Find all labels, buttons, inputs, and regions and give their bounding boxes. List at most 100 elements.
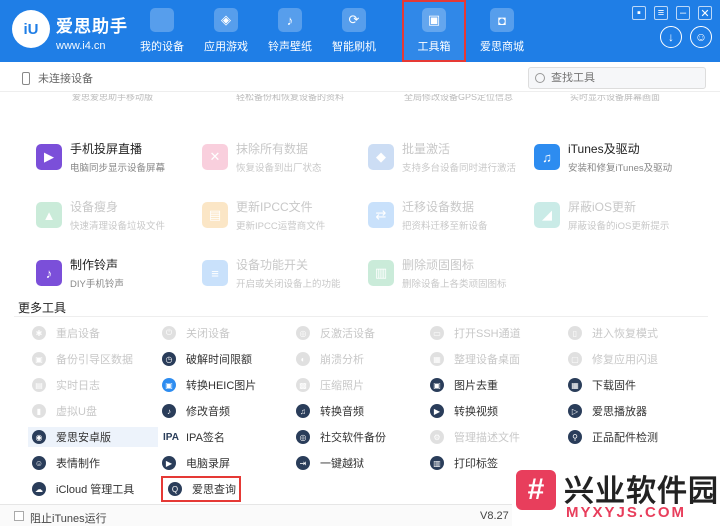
apple-icon <box>150 8 174 32</box>
more-tool-item[interactable]: ☺ 表情制作 <box>32 453 164 473</box>
watermark: # 兴业软件园 MYXYJS.COM <box>512 466 720 526</box>
search-input[interactable] <box>551 72 691 84</box>
more-tool-item[interactable]: ▦ 下载固件 <box>568 375 700 395</box>
more-tool-label: 压缩照片 <box>320 380 364 392</box>
more-tool-item[interactable]: ⚲ 正品配件检测 <box>568 427 700 447</box>
app-header: iU 爱思助手 www.i4.cn 我的设备 ◈ 应用游戏 ♪ 铃声壁纸 ⟳ 智能刷机 ▣ 工具… <box>0 0 720 62</box>
more-tool-item[interactable]: ⇥ 一键越狱 <box>296 453 428 473</box>
phone-icon <box>22 71 30 85</box>
more-tool-label: 转换音频 <box>320 406 364 418</box>
more-tool-item[interactable]: ◎ 社交软件备份 <box>296 427 428 447</box>
tool-text: iTunes及驱动 安装和修复iTunes及驱动 <box>568 140 672 174</box>
tool-card[interactable]: ▶ 手机投屏直播 电脑同步显示设备屏幕 <box>36 134 196 180</box>
nav-tab-apple[interactable]: 我的设备 <box>130 0 194 62</box>
more-tool-label: 修复应用闪退 <box>592 354 658 366</box>
watermark-logo: # <box>516 470 556 510</box>
more-tool-label: 电脑录屏 <box>186 458 230 470</box>
tool-desc: 更新IPCC运营商文件 <box>236 221 326 232</box>
more-tool-item: ▤ 实时日志 <box>32 375 164 395</box>
deactivate-icon: ◎ <box>296 326 310 340</box>
nav-tab-shopping-bag[interactable]: ◘ 爱思商城 <box>470 0 534 62</box>
more-tool-label: 备份引导区数据 <box>56 354 133 366</box>
more-tool-label: 转换HEIC图片 <box>186 380 257 392</box>
switch-icon: ≡ <box>202 260 228 286</box>
skin-icon[interactable]: ▪ <box>632 6 646 20</box>
heic-icon: ▣ <box>162 378 176 392</box>
more-tool-item: ✱ 重启设备 <box>32 323 164 343</box>
more-tool-item[interactable]: ▶ 转换视频 <box>430 401 562 421</box>
tool-desc: 安装和修复iTunes及驱动 <box>568 163 673 174</box>
brand: 爱思助手 www.i4.cn <box>56 12 128 52</box>
tool-text: 设备功能开关 开启或关闭设备上的功能 <box>236 256 341 290</box>
nav-tab-music-file[interactable]: ♪ 铃声壁纸 <box>258 0 322 62</box>
tool-desc: 把资料迁移至新设备 <box>402 221 488 232</box>
tool-card[interactable]: ♪ 制作铃声 DIY手机铃声 <box>36 250 196 296</box>
more-tool-label: 一键越狱 <box>320 458 364 470</box>
more-tool-item[interactable]: ▥ 打印标签 <box>430 453 562 473</box>
more-tool-label: 转换视频 <box>454 406 498 418</box>
more-tool-item[interactable]: ◷ 破解时间限额 <box>162 349 294 369</box>
restart-icon: ✱ <box>32 326 46 340</box>
compress-icon: ▩ <box>296 378 310 392</box>
user-icon[interactable]: ☺ <box>690 26 712 48</box>
more-tool-item[interactable]: ☁ iCloud 管理工具 <box>32 479 164 499</box>
more-tool-label: 重启设备 <box>56 328 100 340</box>
block-itunes-label: 阻止iTunes运行 <box>30 513 107 525</box>
nav-tab-cube[interactable]: ◈ 应用游戏 <box>194 0 258 62</box>
more-tool-label: iCloud 管理工具 <box>56 484 135 496</box>
scrolled-tool-text: 爱思爱思助手移动版 <box>72 94 154 102</box>
minimize-icon[interactable]: – <box>676 6 690 20</box>
nav-tab-refresh[interactable]: ⟳ 智能刷机 <box>322 0 386 62</box>
more-tool-item[interactable]: ♫ 转换音频 <box>296 401 428 421</box>
more-tool-item: ⏻ 关闭设备 <box>162 323 294 343</box>
tool-desc: DIY手机铃声 <box>70 279 124 290</box>
cube-icon: ◈ <box>214 8 238 32</box>
search-box[interactable] <box>528 67 706 89</box>
trash-icon: ▥ <box>368 260 394 286</box>
more-tool-item[interactable]: IPA IPA签名 <box>162 427 294 447</box>
more-tool-label: 表情制作 <box>56 458 100 470</box>
more-tool-item[interactable]: ▶ 电脑录屏 <box>162 453 294 473</box>
scrolled-tool-text: 实时显示设备屏幕画面 <box>570 94 661 102</box>
tool-card[interactable]: ♫ iTunes及驱动 安装和修复iTunes及驱动 <box>534 134 694 180</box>
tool-text: 抹除所有数据 恢复设备到出厂状态 <box>236 140 322 174</box>
more-tool-item[interactable]: Q 爱思查询 <box>161 476 241 502</box>
menu-icon[interactable]: ≡ <box>654 6 668 20</box>
more-tool-item[interactable]: ▣ 图片去重 <box>430 375 562 395</box>
close-icon[interactable]: ✕ <box>698 6 712 20</box>
desktop-icon: ▦ <box>430 352 444 366</box>
social-backup-icon: ◎ <box>296 430 310 444</box>
accessory-check-icon: ⚲ <box>568 430 582 444</box>
tool-desc: 恢复设备到出厂状态 <box>236 163 322 174</box>
more-tool-item[interactable]: ♪ 修改音频 <box>162 401 294 421</box>
download-icon[interactable]: ↓ <box>660 26 682 48</box>
more-tool-item[interactable]: ▷ 爱思播放器 <box>568 401 700 421</box>
nav-tab-label: 应用游戏 <box>204 41 248 53</box>
tool-text: 迁移设备数据 把资料迁移至新设备 <box>402 198 488 232</box>
tool-title: 设备功能开关 <box>236 258 309 272</box>
block-update-icon: ◢ <box>534 202 560 228</box>
more-tool-item: ▮ 虚拟U盘 <box>32 401 164 421</box>
more-tool-label: 反激活设备 <box>320 328 375 340</box>
tool-text: 制作铃声 DIY手机铃声 <box>70 256 124 290</box>
nav-tab-toolbox[interactable]: ▣ 工具箱 <box>402 0 466 62</box>
more-tool-item[interactable]: ◉ 爱思安卓版 <box>28 427 158 447</box>
broom-icon: ▲ <box>36 202 62 228</box>
music-file-icon: ♪ <box>278 8 302 32</box>
more-tool-item[interactable]: ▣ 转换HEIC图片 <box>162 375 294 395</box>
jailbreak-icon: ⇥ <box>296 456 310 470</box>
scrolled-tool-text: 轻松备份和恢复设备的资料 <box>236 94 345 102</box>
shopping-bag-icon: ◘ <box>490 8 514 32</box>
more-tool-item: ◎ 反激活设备 <box>296 323 428 343</box>
more-tools-title: 更多工具 <box>18 301 67 315</box>
more-tool-label: 整理设备桌面 <box>454 354 520 366</box>
block-itunes-checkbox[interactable] <box>14 511 24 521</box>
app-name: 爱思助手 <box>56 17 128 36</box>
tool-text: 手机投屏直播 电脑同步显示设备屏幕 <box>70 140 165 174</box>
more-tool-item: ▯ 进入恢复模式 <box>568 323 700 343</box>
nav-tab-label: 爱思商城 <box>480 41 524 53</box>
erase-icon: ✕ <box>202 144 228 170</box>
more-tool-label: 修改音频 <box>186 406 230 418</box>
toolbox-icon: ▣ <box>422 8 446 32</box>
tool-title: 设备瘦身 <box>70 200 119 214</box>
